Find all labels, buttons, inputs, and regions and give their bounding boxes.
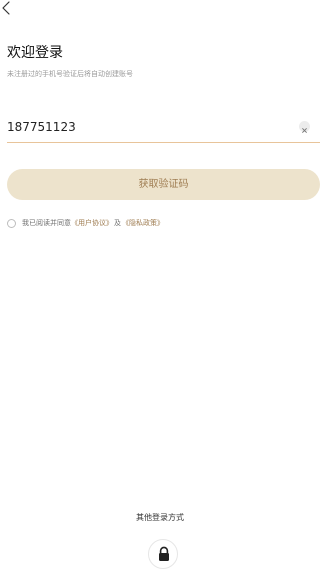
chevron-left-icon — [2, 1, 10, 15]
phone-field — [7, 116, 320, 143]
page-subtitle: 未注册过的手机号验证后将自动创建账号 — [7, 70, 133, 78]
phone-input[interactable] — [7, 118, 287, 136]
user-agreement-link[interactable]: 《用户协议》 — [71, 218, 113, 228]
agree-radio[interactable] — [7, 218, 16, 228]
clear-button[interactable] — [299, 121, 310, 133]
agreement-text: 我已阅读并同意 — [22, 219, 71, 227]
back-button[interactable] — [0, 0, 16, 16]
close-icon — [302, 128, 307, 133]
privacy-policy-link[interactable]: 《隐私政策》 — [122, 218, 164, 228]
page-title: 欢迎登录 — [7, 45, 63, 61]
agreement-row: 我已阅读并同意 《用户协议》 及 《隐私政策》 — [7, 217, 164, 229]
get-code-button[interactable]: 获取验证码 — [7, 169, 320, 200]
lock-icon — [159, 546, 169, 561]
other-login-label: 其他登录方式 — [136, 513, 184, 522]
agreement-conjunction: 及 — [114, 219, 121, 227]
